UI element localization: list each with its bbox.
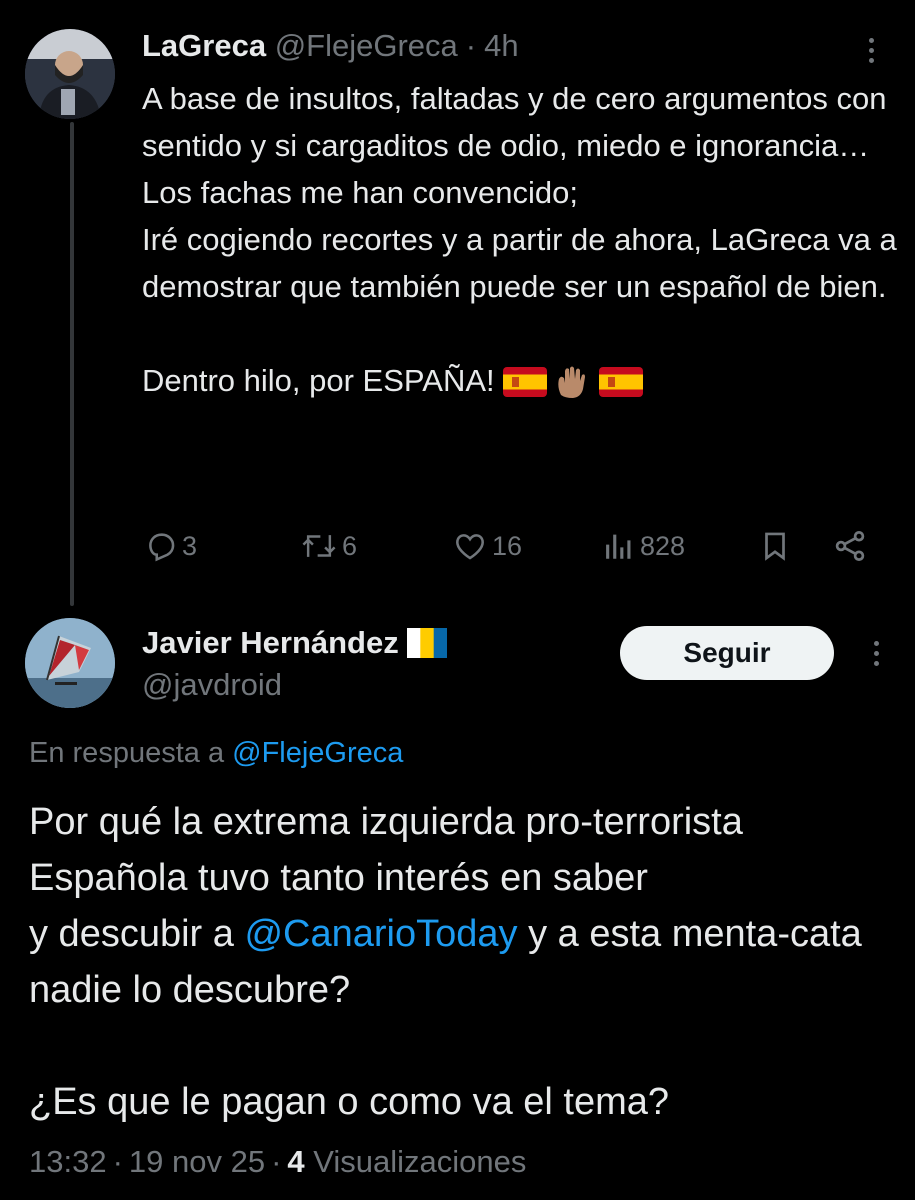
share-button[interactable] bbox=[832, 520, 868, 572]
header-separator: · bbox=[465, 28, 477, 63]
heart-icon bbox=[456, 534, 484, 560]
tweet2-body: Por qué la extrema izquierda pro-terrori… bbox=[29, 794, 899, 1130]
spain-flag-icon bbox=[599, 367, 644, 397]
tweet1-body: A base de insultos, faltadas y de cero a… bbox=[142, 75, 902, 404]
tweet1-text: A base de insultos, faltadas y de cero a… bbox=[142, 81, 897, 398]
author-handle[interactable]: @javdroid bbox=[142, 665, 282, 705]
spain-flag-icon bbox=[503, 367, 548, 397]
like-button[interactable]: 16 bbox=[452, 520, 522, 572]
author-name[interactable]: LaGreca bbox=[142, 28, 266, 63]
reply-prefix: En respuesta a bbox=[29, 737, 233, 769]
share-icon bbox=[835, 531, 865, 561]
bookmark-button[interactable] bbox=[758, 520, 792, 572]
follow-button[interactable]: Seguir bbox=[620, 626, 834, 680]
retweet-count: 6 bbox=[342, 530, 358, 561]
tweet1-header: LaGreca @FlejeGreca · 4h bbox=[142, 27, 519, 65]
views-button[interactable]: 828 bbox=[602, 520, 685, 572]
retweet-button[interactable]: 6 bbox=[300, 520, 357, 572]
post-time[interactable]: 4h bbox=[484, 28, 518, 63]
post-date[interactable]: 19 nov 25 bbox=[129, 1144, 265, 1179]
retweet-icon bbox=[302, 535, 336, 557]
author-handle[interactable]: @FlejeGreca bbox=[275, 28, 458, 63]
analytics-icon bbox=[606, 534, 631, 559]
views-count: 4 bbox=[287, 1144, 305, 1179]
meta-separator: · bbox=[271, 1144, 282, 1179]
avatar-javdroid[interactable] bbox=[25, 618, 115, 708]
bookmark-icon bbox=[765, 532, 785, 561]
avatar-lagreca[interactable] bbox=[25, 29, 115, 119]
reply-button[interactable]: 3 bbox=[144, 520, 197, 572]
post-time[interactable]: 13:32 bbox=[29, 1144, 107, 1179]
thread-connector-line bbox=[70, 122, 74, 606]
views-count: 828 bbox=[640, 530, 686, 561]
reply-to-mention[interactable]: @FlejeGreca bbox=[232, 737, 403, 769]
more-options-icon[interactable] bbox=[859, 31, 883, 69]
more-options-icon[interactable] bbox=[864, 634, 888, 672]
reply-context: En respuesta a @FlejeGreca bbox=[29, 733, 403, 773]
like-count: 16 bbox=[492, 530, 523, 561]
mention-link[interactable]: @CanarioToday bbox=[244, 913, 517, 955]
views-label[interactable]: Visualizaciones bbox=[313, 1144, 526, 1179]
canary-islands-flag-icon bbox=[406, 628, 447, 658]
meta-separator: · bbox=[112, 1144, 123, 1179]
tweet1-action-bar: 3 6 16 828 bbox=[142, 520, 882, 572]
reply-count: 3 bbox=[182, 530, 198, 561]
tweet2-author-row: Javier Hernández bbox=[142, 623, 447, 663]
tweet2-meta: 13:32 · 19 nov 25 · 4 Visualizaciones bbox=[29, 1142, 526, 1182]
author-name[interactable]: Javier Hernández bbox=[142, 623, 399, 663]
raised-hand-icon bbox=[558, 366, 586, 398]
reply-icon bbox=[149, 533, 175, 562]
